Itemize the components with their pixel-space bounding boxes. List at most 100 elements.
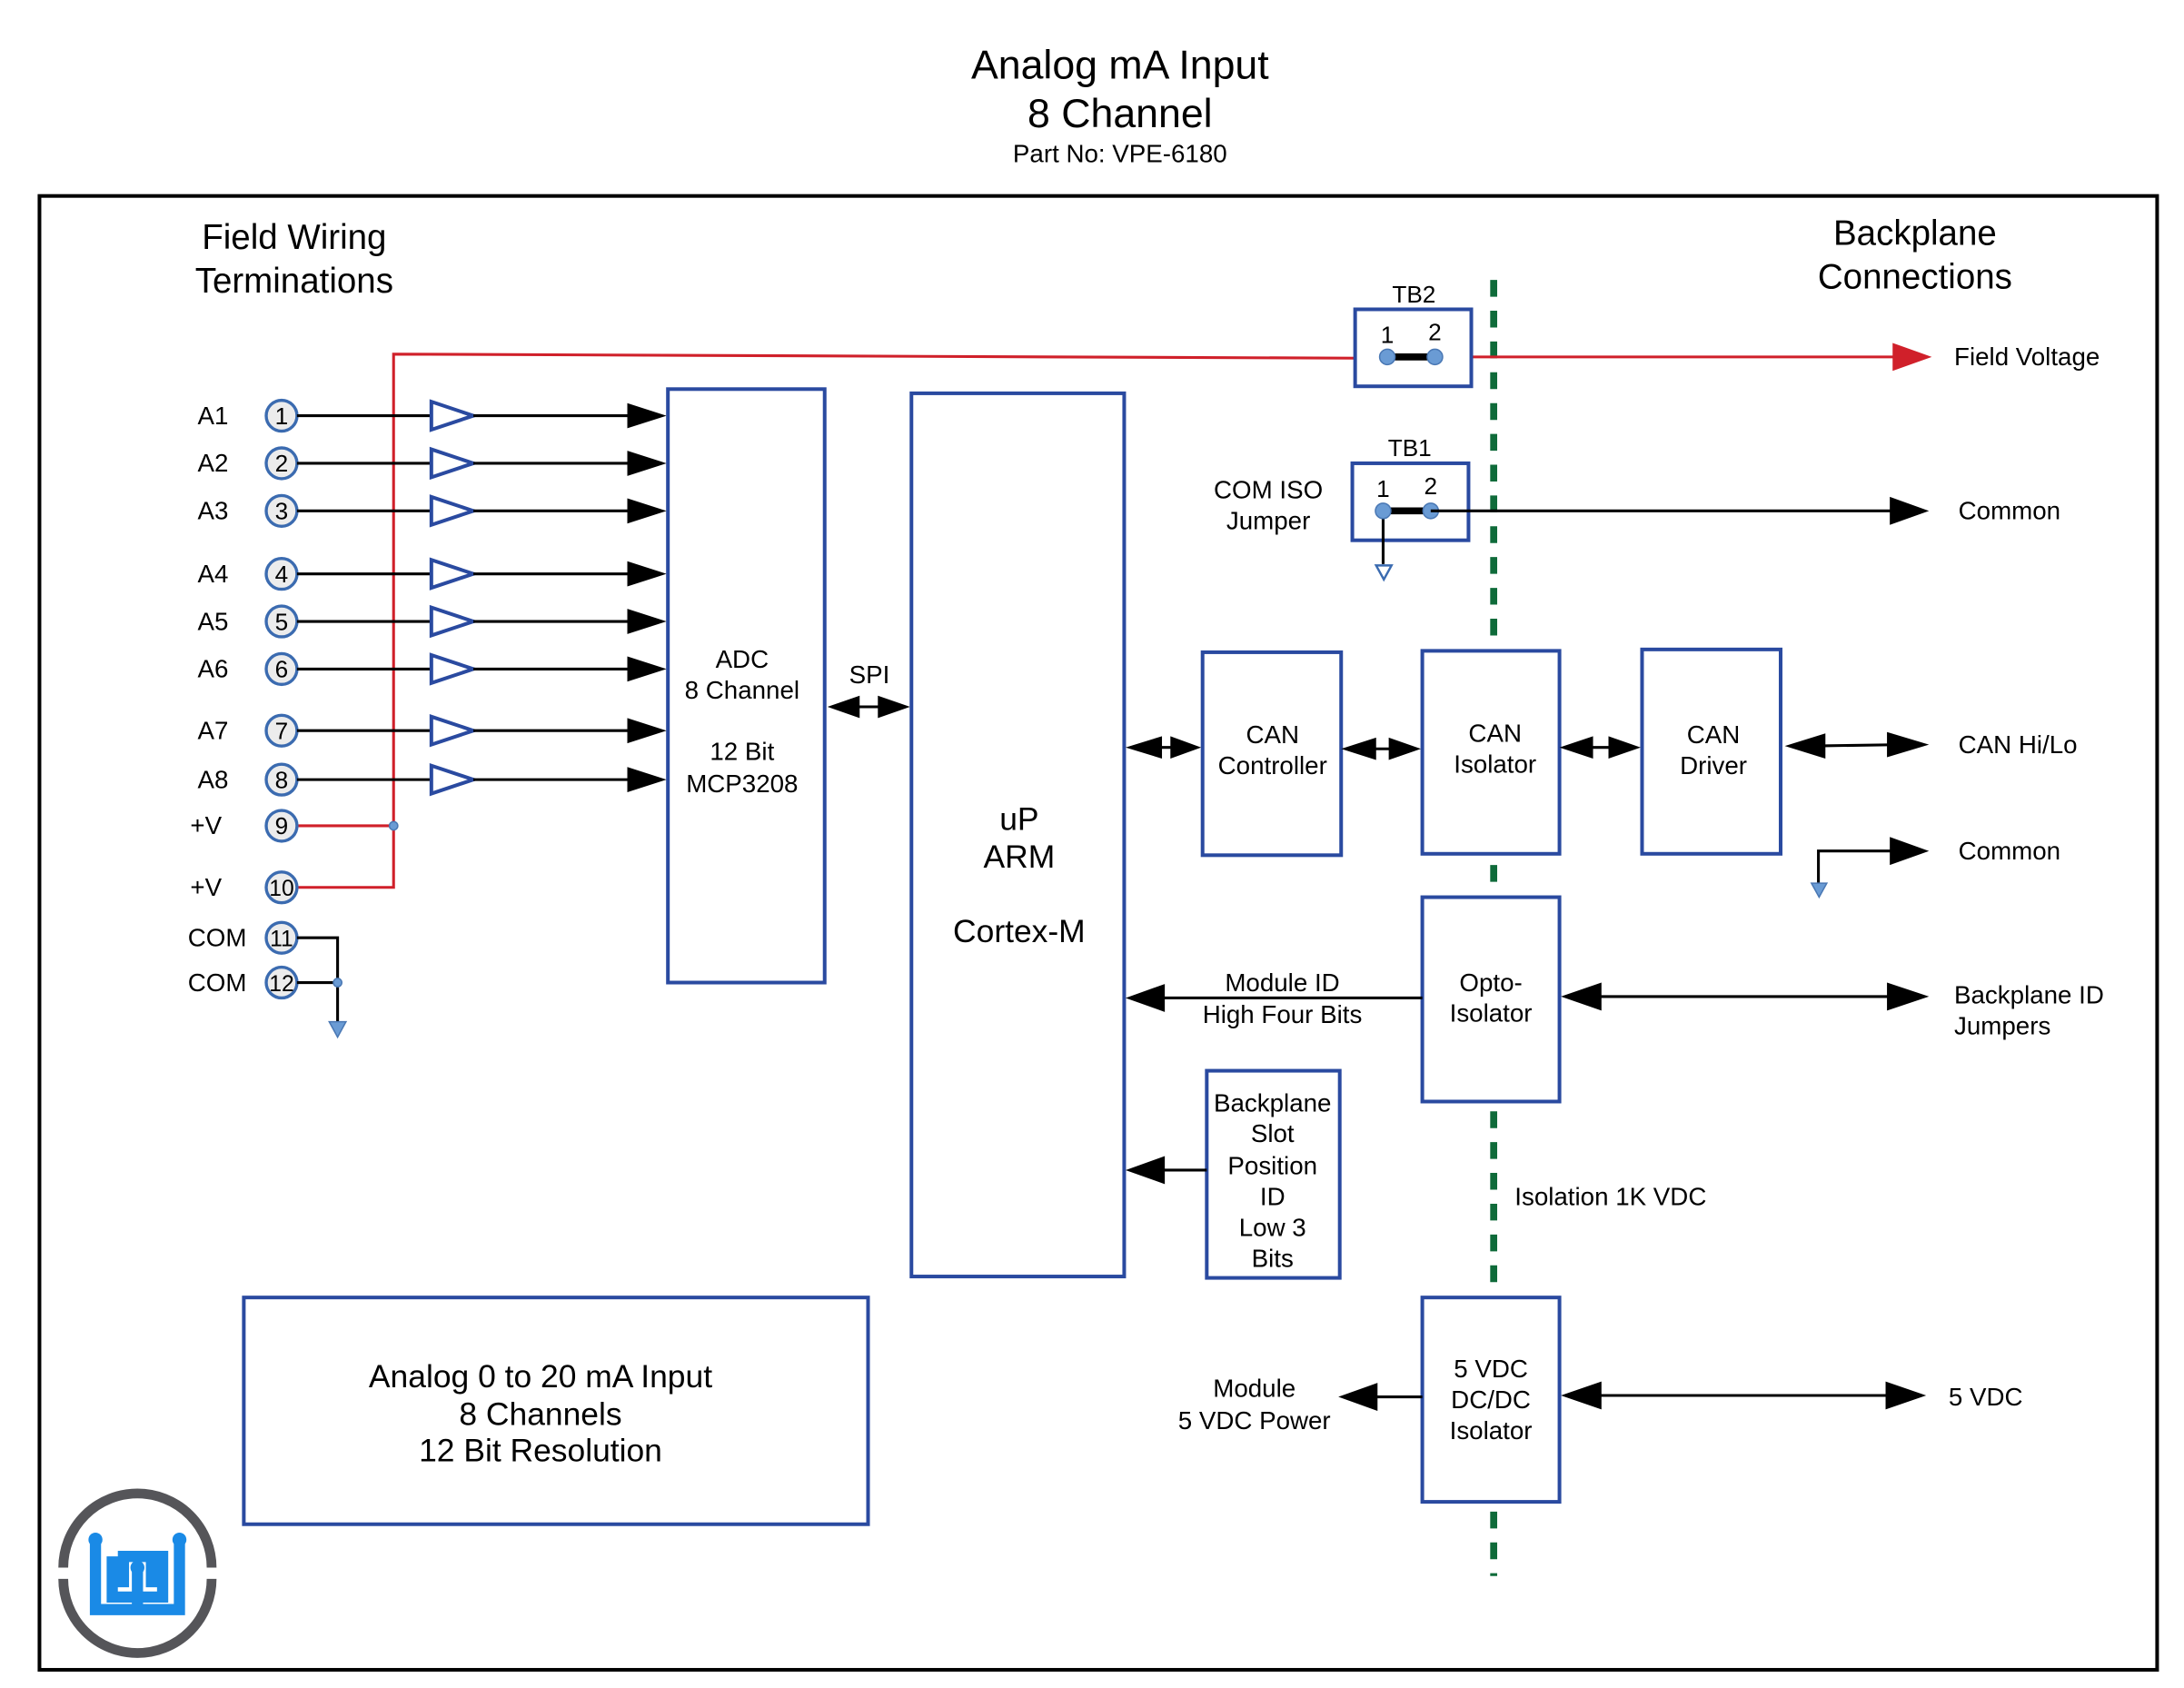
bidirectional-arrow — [1559, 736, 1641, 760]
module-power-label: Module — [1213, 1375, 1296, 1403]
arrow-head-icon — [627, 402, 667, 429]
module-power-label: 5 VDC Power — [1178, 1406, 1331, 1435]
tb2-pin1-label: 1 — [1381, 321, 1395, 348]
arrow-head-icon — [627, 451, 667, 476]
arrow-head-icon — [1338, 1383, 1378, 1411]
can-hilo-arrow — [1784, 731, 1930, 760]
slot-label: Bits — [1252, 1244, 1294, 1272]
terminal-number: 10 — [269, 877, 293, 901]
bidirectional-arrow — [1125, 736, 1202, 760]
tb2-pin1 — [1378, 348, 1396, 366]
junction-dot — [388, 820, 399, 831]
field-terminals: A1 1 A2 2 A3 3 A4 4 A5 5 A6 6 A7 7 A8 8 +V 9 +V 10 COM 11 COM 1… — [188, 398, 667, 1000]
terminal-number: 8 — [275, 766, 289, 793]
block-diagram: Analog mA Input 8 Channel Part No: VPE-6… — [37, 43, 2159, 1672]
field-wiring-heading-1: Field Wiring — [202, 218, 386, 257]
tb1-pin1-label: 1 — [1376, 475, 1390, 502]
can-isolator-label: CAN — [1468, 720, 1522, 748]
terminal-label: A1 — [198, 402, 229, 430]
isolation-label: Isolation 1K VDC — [1514, 1182, 1706, 1210]
buffer-amp-icon — [429, 652, 480, 686]
slot-label: ID — [1260, 1182, 1286, 1210]
slot-label: Position — [1227, 1152, 1317, 1180]
terminal-row: COM 12 — [188, 965, 299, 1000]
terminal-label: +V — [190, 811, 222, 839]
terminal-label: A4 — [198, 560, 229, 588]
terminal-label: A7 — [198, 716, 229, 744]
opto-label: Opto- — [1459, 968, 1522, 997]
arrow-head-icon — [627, 656, 667, 682]
com-iso-label: Jumper — [1226, 506, 1310, 534]
terminal-row: +V 9 — [190, 809, 299, 843]
arrow-head-icon — [627, 767, 667, 792]
tb1-pin1 — [1375, 502, 1392, 520]
terminal-row: A5 5 — [198, 604, 667, 639]
opto-label: Isolator — [1450, 999, 1533, 1028]
dcdc-label: DC/DC — [1451, 1385, 1531, 1414]
arrow-head-icon — [1892, 343, 1932, 372]
arrow-head-icon — [627, 609, 667, 634]
terminal-label: A8 — [198, 765, 229, 793]
arrow-head-icon — [1125, 984, 1166, 1012]
terminal-number: 6 — [275, 656, 289, 683]
title-line2: 8 Channel — [1027, 92, 1213, 136]
terminal-row: A3 3 — [198, 493, 667, 528]
module-id-label: High Four Bits — [1203, 1000, 1363, 1028]
can-controller-label: CAN — [1246, 720, 1299, 749]
tb1-pin2-label: 2 — [1425, 472, 1438, 500]
tb2-pin2 — [1426, 348, 1444, 366]
field-wiring-heading-2: Terminations — [195, 262, 393, 301]
junction-dot — [333, 978, 342, 988]
field-voltage-label: Field Voltage — [1954, 343, 2100, 371]
terminal-number: 1 — [275, 402, 289, 430]
up-label: Cortex-M — [953, 913, 1086, 949]
buffer-amp-icon — [429, 399, 480, 432]
arrow-head-icon — [1890, 837, 1930, 866]
up-label: ARM — [984, 839, 1056, 875]
buffer-amp-icon — [429, 557, 480, 591]
summary-line: 8 Channels — [459, 1395, 621, 1432]
tb2-jumper[interactable] — [1353, 307, 1474, 389]
com-iso-label: COM ISO — [1214, 475, 1323, 503]
arrow-head-icon — [627, 561, 667, 587]
slot-label: Low 3 — [1239, 1213, 1306, 1241]
arrow-head-icon — [627, 718, 667, 744]
terminal-label: A2 — [198, 449, 229, 477]
buffer-amp-icon — [429, 494, 480, 528]
adc-label: 12 Bit — [710, 738, 774, 766]
terminal-row: A8 8 — [198, 762, 667, 797]
tb1-label: TB1 — [1388, 434, 1432, 462]
part-number: Part No: VPE-6180 — [1013, 140, 1227, 168]
common-label: Common — [1959, 497, 2060, 525]
common-label-2: Common — [1959, 837, 2060, 865]
up-label: uP — [999, 801, 1038, 838]
common-wire-2 — [1817, 849, 1893, 884]
title-line1: Analog mA Input — [971, 43, 1269, 87]
terminal-label: A6 — [198, 655, 229, 683]
backplane-heading-2: Connections — [1818, 257, 2012, 296]
terminal-label: COM — [188, 923, 247, 951]
tb1-jumper[interactable] — [1350, 461, 1471, 542]
backplane-id-label: Backplane ID — [1954, 981, 2104, 1009]
adc-label: MCP3208 — [686, 770, 798, 798]
terminal-label: A3 — [198, 497, 229, 525]
backplane-id-label: Jumpers — [1954, 1012, 2050, 1040]
can-controller-label: Controller — [1218, 751, 1327, 779]
terminal-row: +V 10 — [190, 870, 299, 905]
slot-label: Slot — [1251, 1119, 1295, 1147]
arrow-head-icon — [627, 498, 667, 524]
tb2-pin2-label: 2 — [1428, 318, 1442, 345]
dcdc-label: Isolator — [1450, 1416, 1533, 1445]
terminal-label: +V — [190, 873, 222, 901]
spi-label: SPI — [849, 660, 890, 689]
backplane-heading-1: Backplane — [1833, 214, 1997, 253]
terminal-number: 2 — [275, 450, 289, 477]
summary-line: 12 Bit Resolution — [419, 1432, 662, 1468]
buffer-amp-icon — [429, 762, 480, 797]
module-id-label: Module ID — [1225, 968, 1339, 997]
adc-label: 8 Channel — [685, 676, 799, 704]
terminal-number: 11 — [270, 927, 293, 951]
terminal-row: A2 2 — [198, 446, 667, 481]
terminal-row: A1 1 — [198, 398, 667, 433]
terminal-label: A5 — [198, 607, 229, 635]
